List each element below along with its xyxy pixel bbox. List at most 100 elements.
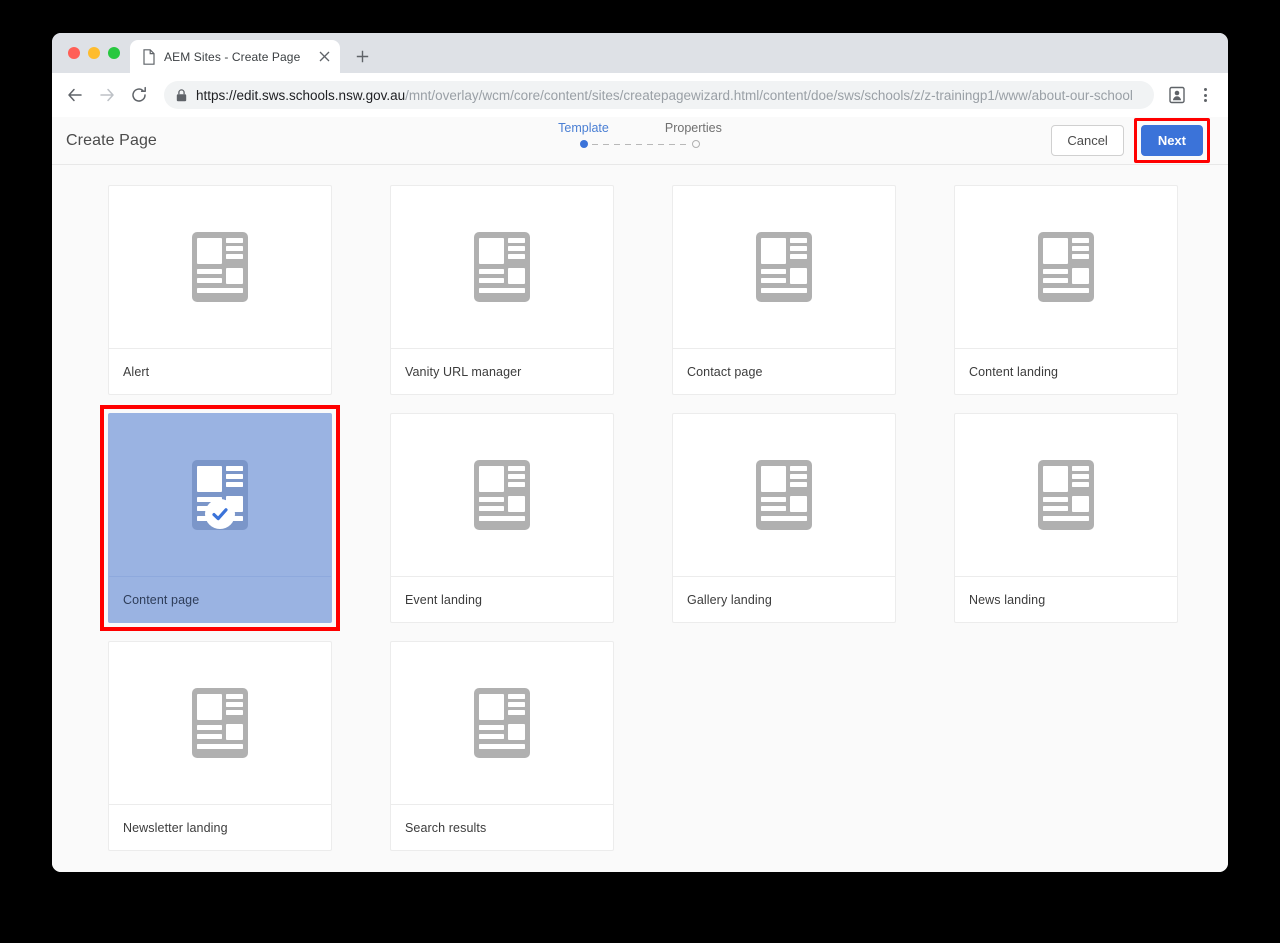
template-thumbnail bbox=[673, 186, 895, 348]
browser-window: AEM Sites - Create Page https://edit.sws… bbox=[52, 33, 1228, 872]
new-tab-button[interactable] bbox=[348, 42, 376, 70]
template-card-footer: Content landing bbox=[955, 348, 1177, 394]
template-card-label: Vanity URL manager bbox=[405, 364, 522, 379]
template-card-contact-page[interactable]: Contact page bbox=[672, 185, 896, 395]
template-card-event-landing[interactable]: Event landing bbox=[390, 413, 614, 623]
three-dot-menu-icon bbox=[1203, 88, 1207, 102]
template-card-label: Gallery landing bbox=[687, 592, 772, 607]
browser-tab-strip: AEM Sites - Create Page bbox=[52, 33, 1228, 73]
template-icon-wrap bbox=[1038, 460, 1094, 530]
check-circle-icon bbox=[205, 499, 235, 529]
next-button-annotation: Next bbox=[1133, 118, 1210, 163]
create-page-wizard: Create Page Template Properties Cancel N… bbox=[52, 117, 1228, 872]
template-card-label: Content page bbox=[123, 592, 200, 607]
template-card-label: Newsletter landing bbox=[123, 820, 228, 835]
template-card-vanity-url-manager[interactable]: Vanity URL manager bbox=[390, 185, 614, 395]
template-card-footer: Search results bbox=[391, 804, 613, 850]
reload-button[interactable] bbox=[124, 80, 154, 110]
page-template-icon bbox=[474, 232, 530, 302]
page-template-icon bbox=[192, 688, 248, 758]
reload-icon bbox=[132, 86, 146, 102]
template-icon-wrap bbox=[474, 460, 530, 530]
template-grid-container: Alert Vanity URL manager Contact page Co… bbox=[52, 165, 1228, 872]
template-card-label: News landing bbox=[969, 592, 1046, 607]
step-dot-active bbox=[580, 140, 588, 148]
template-card-label: Content landing bbox=[969, 364, 1059, 379]
plus-icon bbox=[356, 50, 368, 62]
template-card-footer: Contact page bbox=[673, 348, 895, 394]
forward-button[interactable] bbox=[92, 80, 122, 110]
template-icon-wrap bbox=[192, 460, 248, 530]
template-card-news-landing[interactable]: News landing bbox=[954, 413, 1178, 623]
step-dot-inactive bbox=[692, 140, 700, 148]
template-card-footer: Content page bbox=[109, 576, 331, 622]
template-card-label: Alert bbox=[123, 364, 150, 379]
template-grid: Alert Vanity URL manager Contact page Co… bbox=[52, 185, 1228, 851]
lock-icon bbox=[176, 88, 187, 102]
template-card-footer: Newsletter landing bbox=[109, 804, 331, 850]
url-host: https://edit.sws.schools.nsw.gov.au bbox=[196, 87, 406, 103]
maximize-window-button[interactable] bbox=[108, 47, 120, 59]
page-icon bbox=[143, 48, 155, 65]
browser-tab[interactable]: AEM Sites - Create Page bbox=[130, 40, 340, 73]
page-title: Create Page bbox=[66, 131, 157, 149]
forward-arrow-icon bbox=[100, 88, 114, 102]
template-thumbnail bbox=[391, 186, 613, 348]
profile-button[interactable] bbox=[1164, 82, 1190, 108]
template-card-footer: News landing bbox=[955, 576, 1177, 622]
wizard-header: Create Page Template Properties Cancel N… bbox=[52, 117, 1228, 165]
minimize-window-button[interactable] bbox=[88, 47, 100, 59]
template-card-alert[interactable]: Alert bbox=[108, 185, 332, 395]
wizard-step-track bbox=[580, 140, 700, 148]
template-card-footer: Vanity URL manager bbox=[391, 348, 613, 394]
template-card-footer: Alert bbox=[109, 348, 331, 394]
wizard-step-properties[interactable]: Properties bbox=[665, 121, 722, 135]
back-arrow-icon bbox=[68, 88, 82, 102]
window-traffic-lights bbox=[64, 33, 130, 73]
template-icon-wrap bbox=[1038, 232, 1094, 302]
template-card-gallery-landing[interactable]: Gallery landing bbox=[672, 413, 896, 623]
page-template-icon bbox=[474, 688, 530, 758]
template-icon-wrap bbox=[192, 232, 248, 302]
template-thumbnail bbox=[109, 414, 331, 576]
template-thumbnail bbox=[955, 414, 1177, 576]
page-template-icon bbox=[474, 460, 530, 530]
cancel-button[interactable]: Cancel bbox=[1051, 125, 1124, 156]
template-card-newsletter-landing[interactable]: Newsletter landing bbox=[108, 641, 332, 851]
address-bar-url: https://edit.sws.schools.nsw.gov.au/mnt/… bbox=[196, 88, 1133, 103]
template-icon-wrap bbox=[474, 232, 530, 302]
page-template-icon bbox=[1038, 232, 1094, 302]
step-dashed-connector bbox=[592, 143, 688, 145]
wizard-actions: Cancel Next bbox=[1051, 118, 1210, 163]
template-thumbnail bbox=[955, 186, 1177, 348]
template-thumbnail bbox=[673, 414, 895, 576]
template-card-label: Contact page bbox=[687, 364, 763, 379]
template-card-footer: Gallery landing bbox=[673, 576, 895, 622]
template-card-label: Event landing bbox=[405, 592, 483, 607]
template-icon-wrap bbox=[756, 232, 812, 302]
next-button[interactable]: Next bbox=[1140, 125, 1203, 156]
url-path: /mnt/overlay/wcm/core/content/sites/crea… bbox=[405, 87, 1133, 103]
close-icon[interactable] bbox=[316, 49, 332, 65]
template-thumbnail bbox=[391, 414, 613, 576]
template-icon-wrap bbox=[192, 688, 248, 758]
page-template-icon bbox=[756, 460, 812, 530]
template-card-content-landing[interactable]: Content landing bbox=[954, 185, 1178, 395]
page-template-icon bbox=[756, 232, 812, 302]
template-card-footer: Event landing bbox=[391, 576, 613, 622]
wizard-step-template[interactable]: Template bbox=[558, 121, 609, 135]
close-window-button[interactable] bbox=[68, 47, 80, 59]
template-thumbnail bbox=[109, 642, 331, 804]
template-icon-wrap bbox=[474, 688, 530, 758]
address-bar[interactable]: https://edit.sws.schools.nsw.gov.au/mnt/… bbox=[164, 81, 1154, 109]
template-card-search-results[interactable]: Search results bbox=[390, 641, 614, 851]
template-icon-wrap bbox=[756, 460, 812, 530]
template-thumbnail bbox=[391, 642, 613, 804]
page-template-icon bbox=[1038, 460, 1094, 530]
browser-toolbar: https://edit.sws.schools.nsw.gov.au/mnt/… bbox=[52, 73, 1228, 117]
template-card-content-page[interactable]: Content page bbox=[100, 405, 340, 631]
browser-menu-button[interactable] bbox=[1192, 82, 1218, 108]
page-template-icon bbox=[192, 232, 248, 302]
back-button[interactable] bbox=[60, 80, 90, 110]
template-card-label: Search results bbox=[405, 820, 487, 835]
